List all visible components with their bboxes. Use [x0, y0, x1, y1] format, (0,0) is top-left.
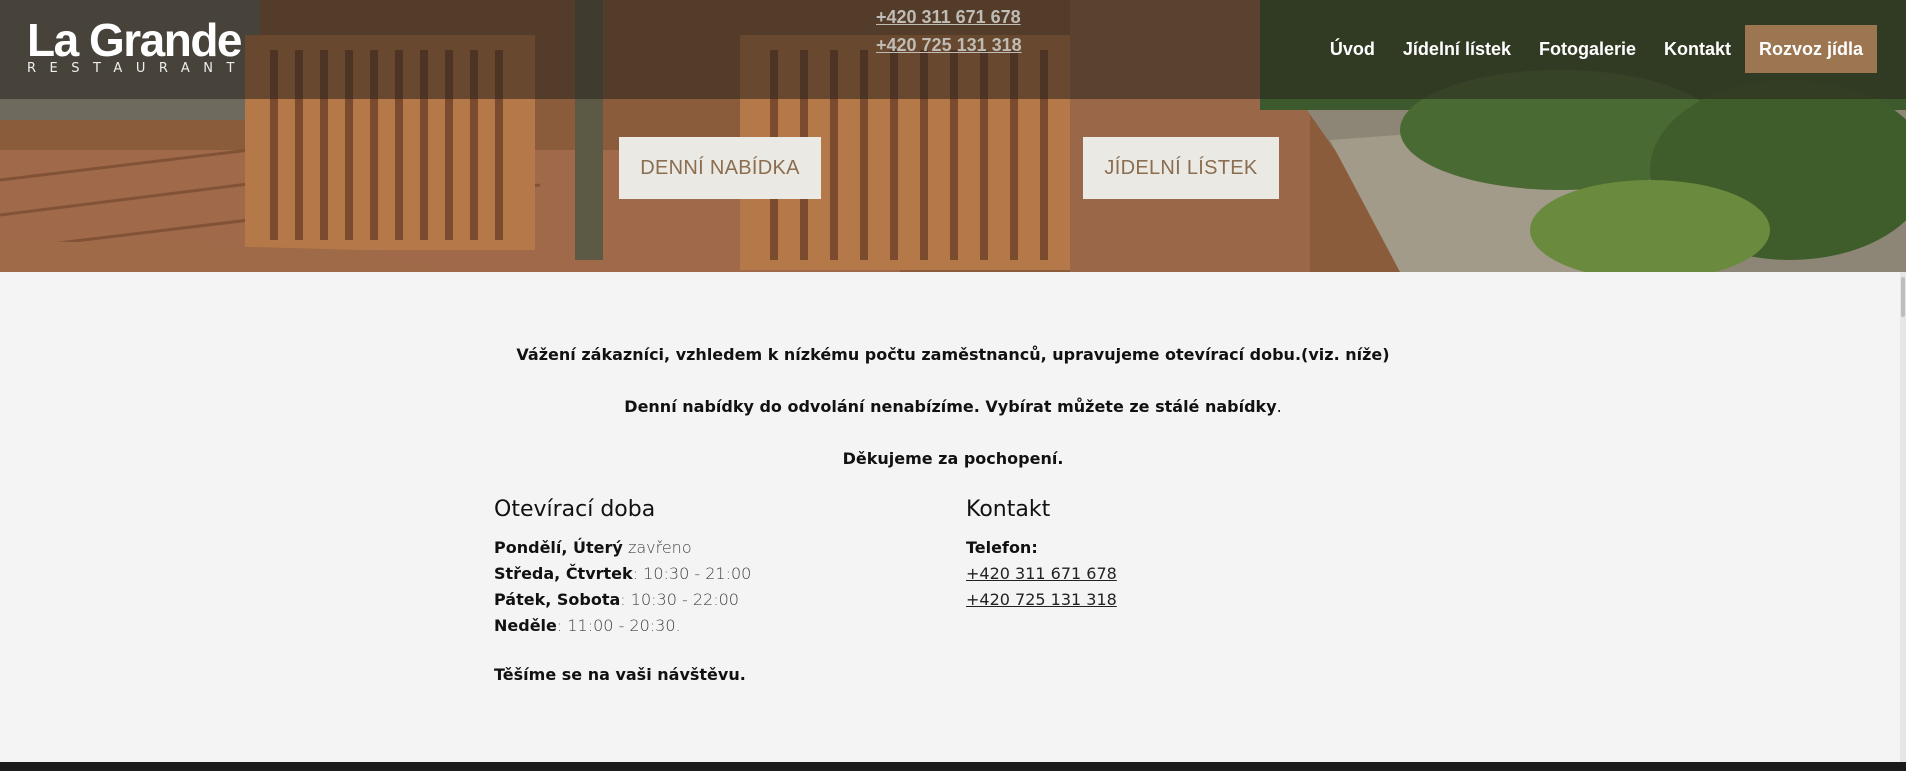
opening-hours-title: Otevírací doba	[494, 497, 656, 522]
hours-days: Pátek, Sobota	[494, 590, 621, 609]
nav-item-kontakt[interactable]: Kontakt	[1664, 39, 1731, 60]
footer	[0, 762, 1906, 771]
contact-title: Kontakt	[966, 497, 1051, 522]
hours-sep: :	[632, 564, 644, 583]
notice-daily-menu-text: Denní nabídky do odvolání nenabízíme. Vy…	[624, 397, 1277, 416]
header-phones: +420 311 671 678 +420 725 131 318	[876, 3, 1036, 59]
denni-nabidka-button[interactable]: DENNÍ NABÍDKA	[619, 137, 821, 199]
contact-phone-link-2[interactable]: +420 725 131 318	[966, 587, 1266, 613]
jidelni-listek-button[interactable]: JÍDELNÍ LÍSTEK	[1083, 137, 1279, 199]
hours-row: Středa, Čtvrtek: 10:30 - 21:00	[494, 561, 914, 587]
logo[interactable]: La Grande RESTAURANT	[27, 14, 257, 80]
logo-subtitle: RESTAURANT	[27, 61, 248, 76]
notice-thanks: Děkujeme za pochopení.	[842, 449, 1064, 468]
hours-sep: :	[556, 616, 568, 635]
hours-row: Neděle: 11:00 - 20:30.	[494, 613, 914, 639]
nav-item-uvod[interactable]: Úvod	[1330, 39, 1375, 60]
header-phone-link-1[interactable]: +420 311 671 678	[876, 3, 1036, 31]
hero-banner: La Grande RESTAURANT +420 311 671 678 +4…	[0, 0, 1906, 272]
hours-days: Pondělí, Úterý	[494, 538, 623, 557]
header-phone-link-2[interactable]: +420 725 131 318	[876, 31, 1036, 59]
phone-label: Telefon:	[966, 538, 1038, 557]
contact-section: Kontakt Telefon: +420 311 671 678 +420 7…	[966, 497, 1266, 613]
hours-sep: :	[620, 590, 631, 609]
hours-row: Pondělí, Úterý zavřeno	[494, 535, 914, 561]
page-scrollbar[interactable]	[1900, 272, 1906, 762]
hours-time: 10:30 - 22:00	[630, 590, 739, 609]
hours-row: Pátek, Sobota: 10:30 - 22:00	[494, 587, 914, 613]
nav-item-fotogalerie[interactable]: Fotogalerie	[1539, 39, 1636, 60]
logo-title: La Grande	[27, 14, 243, 66]
main-nav: Úvod Jídelní lístek Fotogalerie Kontakt …	[1302, 25, 1877, 73]
contact-phone-link-1[interactable]: +420 311 671 678	[966, 561, 1266, 587]
hours-days: Neděle	[494, 616, 557, 635]
hours-days: Středa, Čtvrtek	[494, 564, 633, 583]
nav-item-jidelni-listek[interactable]: Jídelní lístek	[1403, 39, 1511, 60]
rozvoz-jidla-button[interactable]: Rozvoz jídla	[1744, 25, 1877, 73]
notice-daily-menu-tail: .	[1276, 397, 1282, 416]
closing-message: Těšíme se na vaši návštěvu.	[494, 665, 746, 684]
scrollbar-thumb[interactable]	[1901, 277, 1905, 317]
hours-time: zavřeno	[627, 538, 692, 557]
hours-time: 11:00 - 20:30.	[567, 616, 681, 635]
notice-opening-hours: Vážení zákazníci, vzhledem k nízkému poč…	[516, 345, 1390, 364]
hours-time: 10:30 - 21:00	[643, 564, 752, 583]
opening-hours-section: Otevírací doba Pondělí, Úterý zavřeno St…	[494, 497, 914, 639]
main-content: Vážení zákazníci, vzhledem k nízkému poč…	[0, 272, 1906, 762]
notice-daily-menu: Denní nabídky do odvolání nenabízíme. Vy…	[0, 397, 1906, 416]
